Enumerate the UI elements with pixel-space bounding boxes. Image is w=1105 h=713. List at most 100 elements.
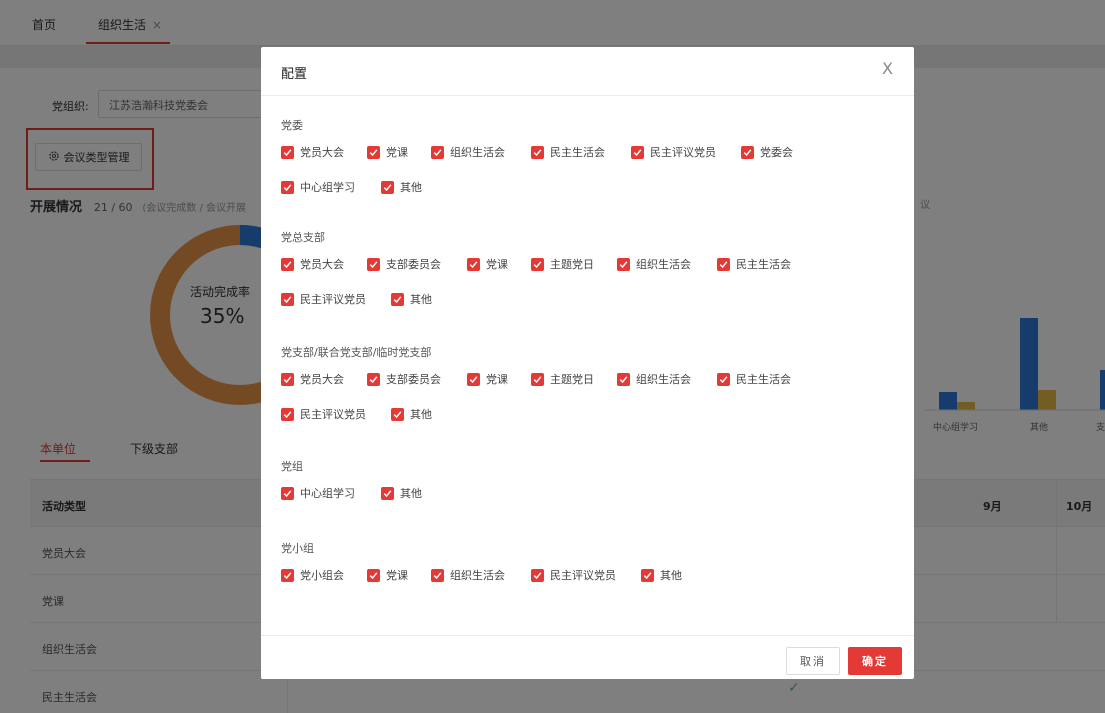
cancel-button[interactable]: 取消 [786,647,840,675]
checkbox-option[interactable]: 组织生活会 [431,567,505,583]
checkbox-label: 民主评议党员 [300,293,366,306]
checkbox-option[interactable]: 其他 [391,406,432,422]
checkbox-option[interactable]: 党课 [467,256,508,272]
checkbox-checked-icon [431,568,444,582]
checkbox-label: 组织生活会 [636,373,691,386]
checkbox-label: 党小组会 [300,569,344,582]
checkbox-checked-icon [391,407,404,421]
checkbox-checked-icon [367,568,380,582]
checkbox-label: 党课 [486,373,508,386]
checkbox-label: 支部委员会 [386,373,441,386]
section-title: 党委 [281,119,303,132]
checkbox-option[interactable]: 主题党日 [531,256,594,272]
modal-footer-divider [261,635,914,636]
checkbox-checked-icon [531,145,544,159]
checkbox-label: 中心组学习 [300,487,355,500]
section-title: 党小组 [281,542,314,555]
checkbox-checked-icon [281,257,294,271]
checkbox-label: 党员大会 [300,258,344,271]
checkbox-option[interactable]: 其他 [381,485,422,501]
checkbox-label: 组织生活会 [450,569,505,582]
checkbox-checked-icon [531,372,544,386]
checkbox-option[interactable]: 中心组学习 [281,485,355,501]
checkbox-checked-icon [531,568,544,582]
confirm-button[interactable]: 确定 [848,647,902,675]
checkbox-label: 主题党日 [550,373,594,386]
modal-title: 配置 [281,67,308,82]
section-title: 党组 [281,460,303,473]
checkbox-label: 主题党日 [550,258,594,271]
checkbox-option[interactable]: 民主生活会 [531,144,605,160]
checkbox-option[interactable]: 中心组学习 [281,179,355,195]
checkbox-checked-icon [617,372,630,386]
section-title: 党总支部 [281,231,325,244]
checkbox-label: 中心组学习 [300,181,355,194]
checkbox-option[interactable]: 其他 [641,567,682,583]
checkbox-option[interactable]: 民主评议党员 [631,144,716,160]
checkbox-option[interactable]: 党委会 [741,144,793,160]
checkbox-option[interactable]: 组织生活会 [431,144,505,160]
checkbox-option[interactable]: 民主生活会 [717,371,791,387]
checkbox-label: 民主生活会 [736,373,791,386]
checkbox-checked-icon [381,486,394,500]
checkbox-checked-icon [381,180,394,194]
checkbox-checked-icon [467,372,480,386]
checkbox-label: 支部委员会 [386,258,441,271]
checkbox-checked-icon [281,568,294,582]
checkbox-label: 组织生活会 [450,146,505,159]
checkbox-option[interactable]: 主题党日 [531,371,594,387]
checkbox-label: 党委会 [760,146,793,159]
checkbox-checked-icon [367,372,380,386]
checkbox-option[interactable]: 党小组会 [281,567,344,583]
checkbox-option[interactable]: 党课 [367,144,408,160]
checkbox-option[interactable]: 党员大会 [281,256,344,272]
checkbox-option[interactable]: 党课 [467,371,508,387]
checkbox-option[interactable]: 民主评议党员 [281,291,366,307]
checkbox-checked-icon [281,180,294,194]
checkbox-checked-icon [467,257,480,271]
checkbox-checked-icon [717,372,730,386]
checkbox-option[interactable]: 其他 [381,179,422,195]
checkbox-option[interactable]: 其他 [391,291,432,307]
checkbox-label: 民主评议党员 [300,408,366,421]
checkbox-label: 组织生活会 [636,258,691,271]
checkbox-label: 民主生活会 [550,146,605,159]
checkbox-label: 党员大会 [300,146,344,159]
checkbox-label: 其他 [410,408,432,421]
checkbox-label: 其他 [400,181,422,194]
modal-header-divider [261,95,914,96]
checkbox-checked-icon [367,257,380,271]
checkbox-checked-icon [281,372,294,386]
checkbox-option[interactable]: 党员大会 [281,144,344,160]
checkbox-checked-icon [281,292,294,306]
checkbox-label: 其他 [400,487,422,500]
checkbox-option[interactable]: 组织生活会 [617,256,691,272]
checkbox-option[interactable]: 组织生活会 [617,371,691,387]
checkbox-label: 其他 [410,293,432,306]
checkbox-option[interactable]: 民主评议党员 [281,406,366,422]
checkbox-checked-icon [531,257,544,271]
checkbox-checked-icon [281,486,294,500]
checkbox-checked-icon [617,257,630,271]
checkbox-label: 党课 [486,258,508,271]
checkbox-checked-icon [391,292,404,306]
checkbox-label: 民主评议党员 [550,569,616,582]
checkbox-option[interactable]: 支部委员会 [367,371,441,387]
checkbox-option[interactable]: 党员大会 [281,371,344,387]
checkbox-label: 民主生活会 [736,258,791,271]
checkbox-label: 党员大会 [300,373,344,386]
close-icon[interactable]: X [882,59,893,78]
checkbox-checked-icon [281,145,294,159]
checkbox-checked-icon [367,145,380,159]
checkbox-option[interactable]: 民主评议党员 [531,567,616,583]
checkbox-label: 党课 [386,569,408,582]
checkbox-label: 民主评议党员 [650,146,716,159]
checkbox-option[interactable]: 党课 [367,567,408,583]
checkbox-option[interactable]: 民主生活会 [717,256,791,272]
checkbox-checked-icon [631,145,644,159]
checkbox-label: 党课 [386,146,408,159]
checkbox-label: 其他 [660,569,682,582]
checkbox-checked-icon [281,407,294,421]
config-modal: 配置 X 党委 党员大会 党课 组织生活会 民主生活会 民主评议党员 党委会 中心组学习 其他党… [261,47,914,679]
checkbox-option[interactable]: 支部委员会 [367,256,441,272]
